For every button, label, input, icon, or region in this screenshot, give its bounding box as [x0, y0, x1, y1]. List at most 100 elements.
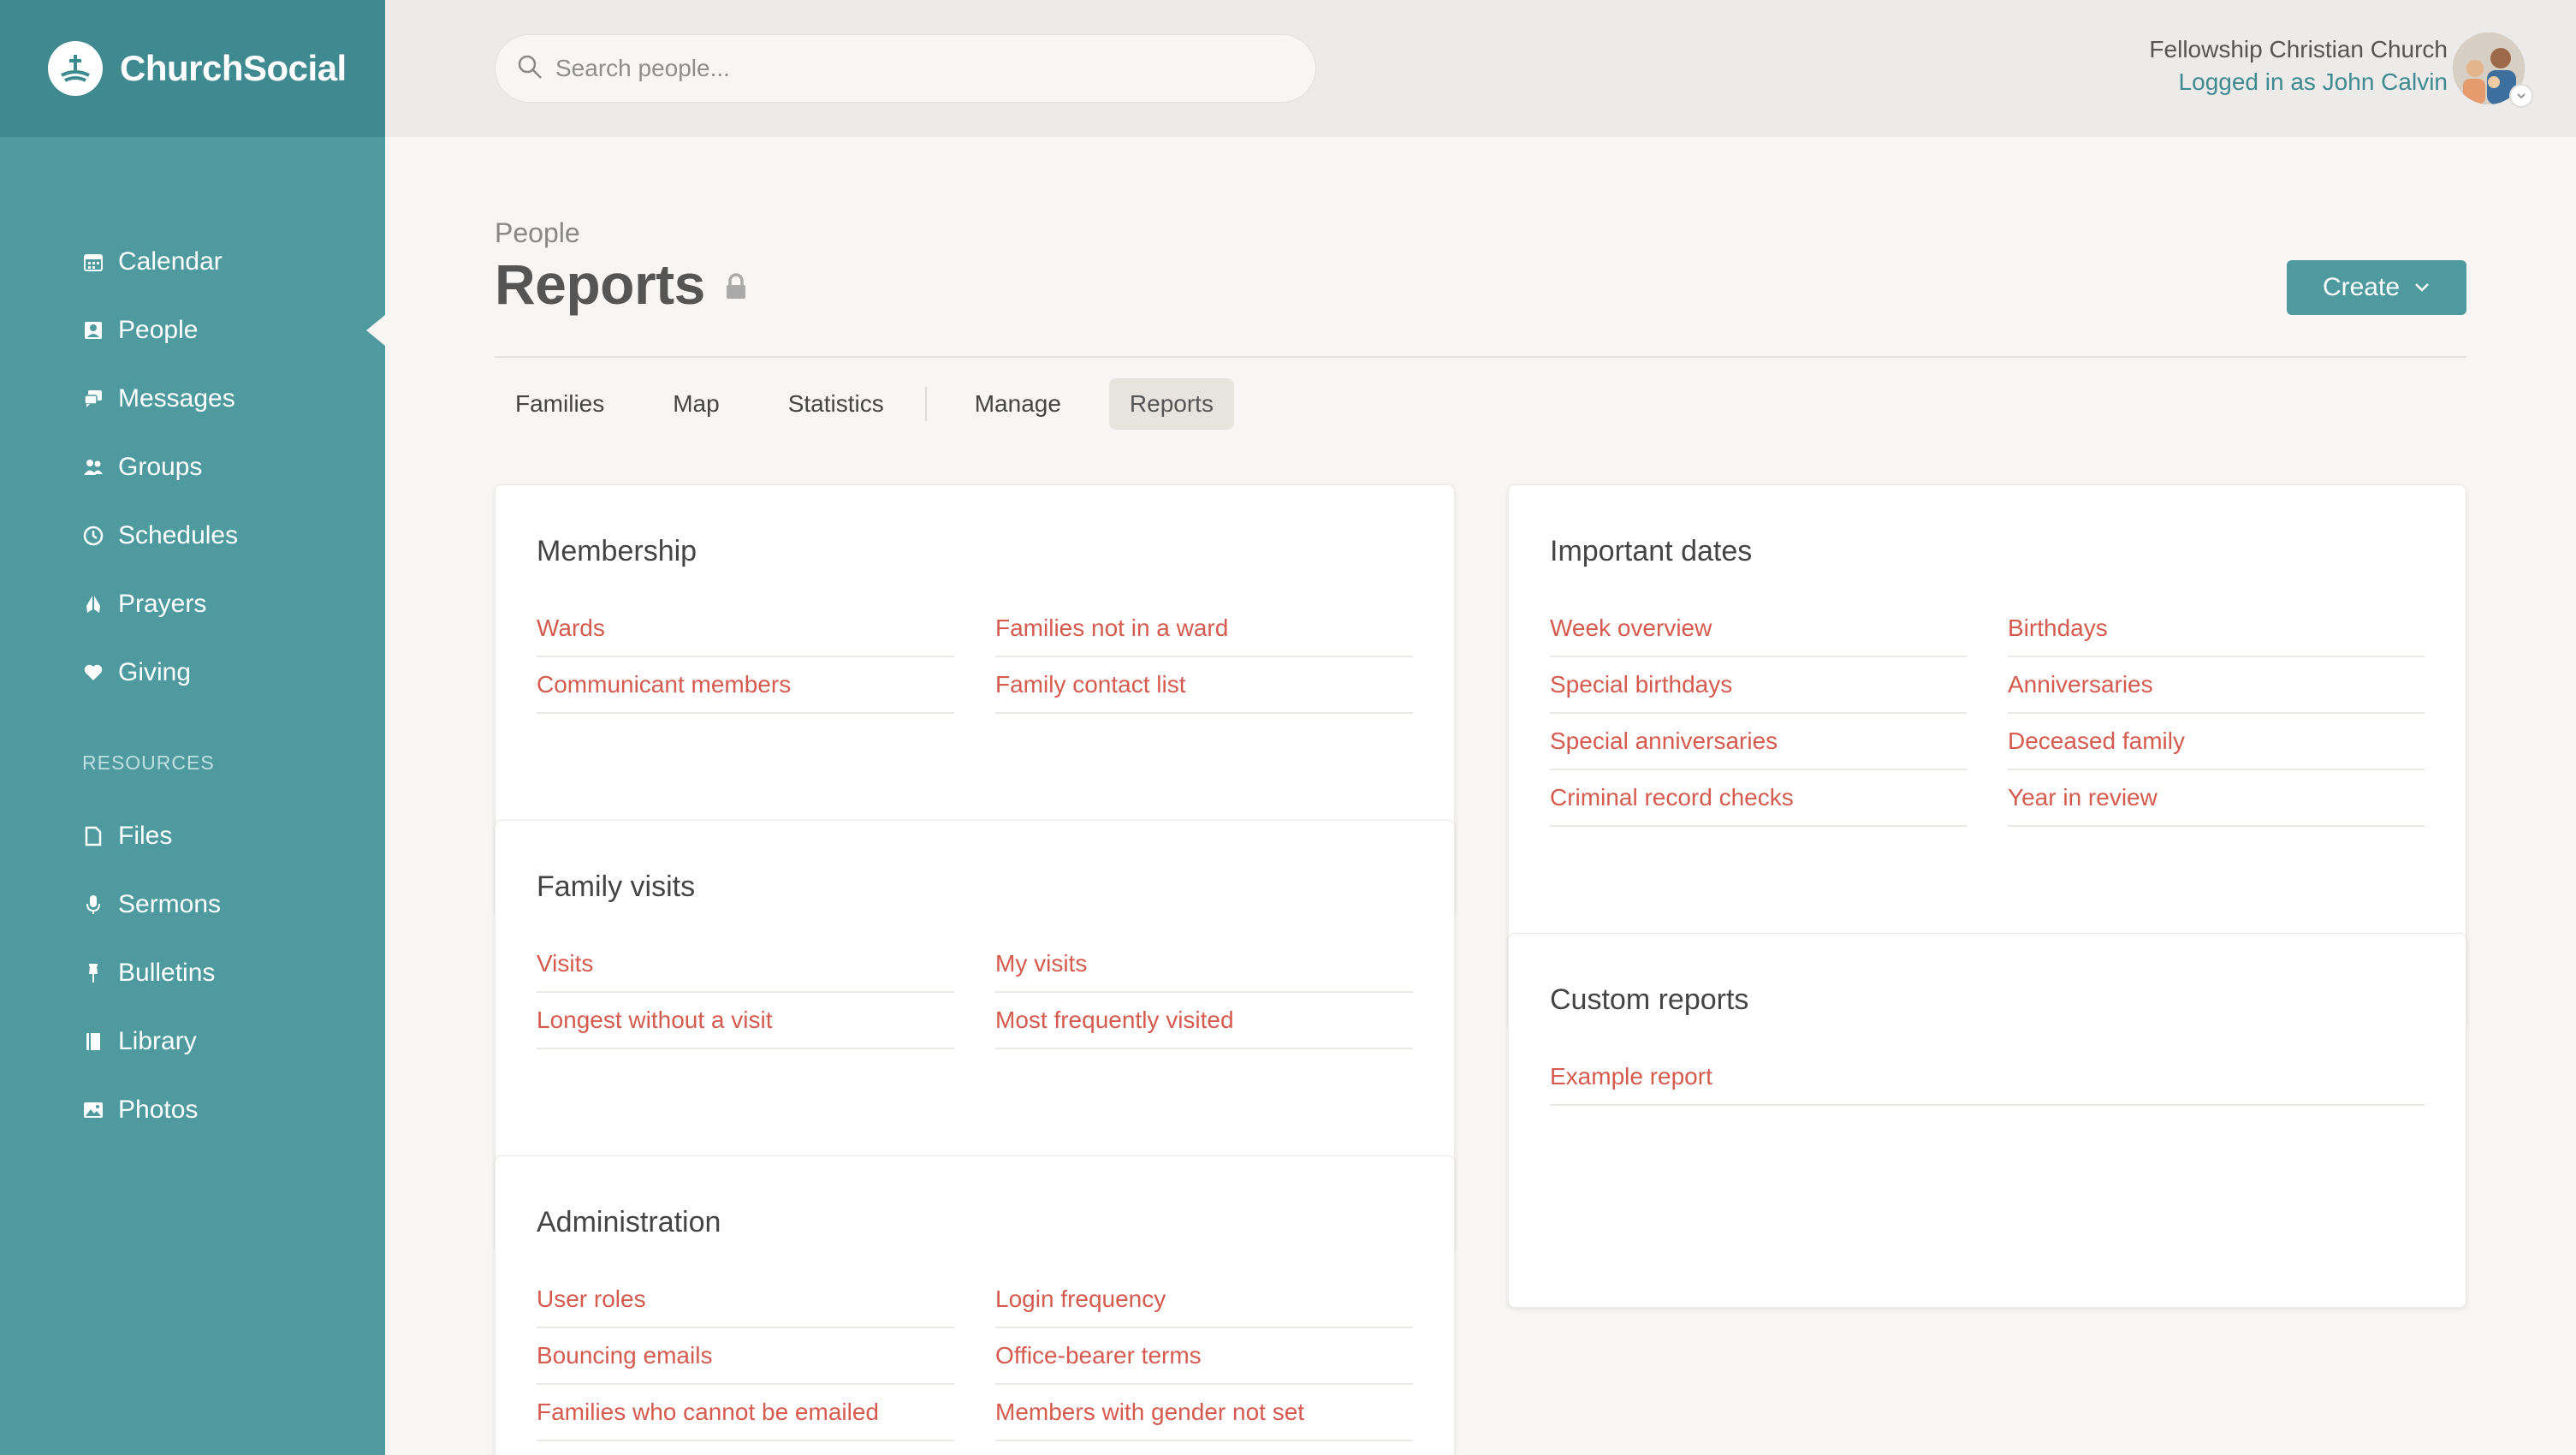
report-link-example-report[interactable]: Example report [1550, 1049, 2425, 1106]
sidebar-item-label: Bulletins [118, 959, 216, 987]
sidebar-item-groups[interactable]: Groups [0, 433, 385, 502]
groups-icon [82, 456, 104, 478]
header-divider [495, 356, 2466, 358]
report-link-year-in-review[interactable]: Year in review [2008, 770, 2425, 827]
book-icon [82, 1030, 104, 1053]
report-link-criminal-record-checks[interactable]: Criminal record checks [1550, 770, 1967, 827]
sidebar-item-label: Prayers [118, 590, 207, 618]
breadcrumb[interactable]: People [495, 217, 580, 249]
lock-icon [724, 272, 748, 305]
sidebar-item-label: Calendar [118, 247, 223, 276]
sidebar-item-label: Sermons [118, 890, 222, 918]
tab-manage[interactable]: Manage [954, 378, 1082, 430]
tab-statistics[interactable]: Statistics [768, 378, 905, 430]
report-link-longest-without-visit[interactable]: Longest without a visit [537, 993, 954, 1049]
report-link-login-frequency[interactable]: Login frequency [995, 1272, 1413, 1328]
brand-bar[interactable]: ChurchSocial [0, 0, 385, 137]
create-button[interactable]: Create [2287, 260, 2466, 315]
sidebar-item-files[interactable]: Files [0, 802, 385, 870]
card-title: Administration [537, 1206, 721, 1238]
sidebar-item-label: Photos [118, 1096, 199, 1124]
report-link-gender-not-set[interactable]: Members with gender not set [995, 1385, 1413, 1441]
custom-reports-card: Custom reports Example report [1508, 933, 2466, 1308]
brand-name: ChurchSocial [120, 48, 347, 88]
tab-separator [924, 387, 927, 421]
report-link-families-cannot-be-emailed[interactable]: Families who cannot be emailed [537, 1385, 954, 1441]
sidebar-item-messages[interactable]: Messages [0, 365, 385, 433]
report-link-anniversaries[interactable]: Anniversaries [2008, 657, 2425, 714]
sidebar-item-giving[interactable]: Giving [0, 638, 385, 707]
sidebar-item-photos[interactable]: Photos [0, 1076, 385, 1144]
resources-nav: Files Sermons Bulletins Library Photos [0, 802, 385, 1144]
microphone-icon [82, 894, 104, 916]
people-icon [82, 319, 104, 341]
search-icon [516, 53, 543, 85]
report-link-families-not-in-ward[interactable]: Families not in a ward [995, 601, 1413, 657]
sidebar-item-schedules[interactable]: Schedules [0, 502, 385, 570]
praying-hands-icon [82, 593, 104, 615]
sidebar-item-label: Giving [118, 658, 192, 686]
sidebar-item-label: Messages [118, 384, 235, 413]
sidebar-item-bulletins[interactable]: Bulletins [0, 939, 385, 1007]
org-name: Fellowship Christian Church [2149, 36, 2448, 62]
chevron-down-icon[interactable] [2509, 84, 2533, 108]
sidebar-item-people[interactable]: People [0, 296, 385, 365]
card-title: Membership [537, 535, 697, 567]
sidebar-item-label: Schedules [118, 521, 239, 549]
report-link-wards[interactable]: Wards [537, 601, 954, 657]
card-title: Important dates [1550, 535, 1753, 567]
logged-in-user[interactable]: Logged in as John Calvin [2149, 68, 2448, 96]
sidebar-item-label: People [118, 316, 199, 344]
search-input[interactable] [555, 55, 1291, 82]
main-nav: Calendar People Messages Groups Schedule… [0, 228, 385, 707]
church-logo-icon [48, 41, 103, 96]
top-bar: Fellowship Christian Church Logged in as… [385, 0, 2576, 137]
sidebar: ChurchSocial Calendar People Messages Gr… [0, 0, 385, 1455]
report-link-deceased-family[interactable]: Deceased family [2008, 714, 2425, 770]
card-title: Custom reports [1550, 983, 1749, 1016]
sidebar-item-prayers[interactable]: Prayers [0, 570, 385, 638]
sidebar-item-label: Groups [118, 453, 203, 481]
report-link-visits[interactable]: Visits [537, 936, 954, 993]
report-links: User roles Login frequency Bouncing emai… [537, 1272, 1413, 1441]
report-link-special-anniversaries[interactable]: Special anniversaries [1550, 714, 1967, 770]
sidebar-item-sermons[interactable]: Sermons [0, 870, 385, 939]
pin-icon [82, 962, 104, 984]
resources-heading: RESOURCES [82, 751, 215, 774]
tab-bar: Families Map Statistics Manage Reports [495, 378, 1261, 430]
heart-icon [82, 662, 104, 684]
report-link-user-roles[interactable]: User roles [537, 1272, 954, 1328]
file-icon [82, 825, 104, 847]
create-button-label: Create [2322, 273, 2401, 301]
sidebar-item-calendar[interactable]: Calendar [0, 228, 385, 296]
sidebar-item-library[interactable]: Library [0, 1007, 385, 1076]
report-links: Example report [1550, 1049, 2425, 1106]
sidebar-item-label: Library [118, 1027, 197, 1055]
report-link-special-birthdays[interactable]: Special birthdays [1550, 657, 1967, 714]
report-link-most-frequently-visited[interactable]: Most frequently visited [995, 993, 1413, 1049]
report-link-week-overview[interactable]: Week overview [1550, 601, 1967, 657]
report-link-office-bearer-terms[interactable]: Office-bearer terms [995, 1328, 1413, 1385]
tab-reports[interactable]: Reports [1108, 378, 1234, 430]
tab-families[interactable]: Families [495, 378, 625, 430]
report-link-my-visits[interactable]: My visits [995, 936, 1413, 993]
card-title: Family visits [537, 870, 696, 903]
title-row: Reports [495, 252, 748, 317]
report-links: Visits My visits Longest without a visit… [537, 936, 1413, 1049]
report-links: Wards Families not in a ward Communicant… [537, 601, 1413, 714]
report-links: Week overview Birthdays Special birthday… [1550, 601, 2425, 827]
clock-icon [82, 525, 104, 547]
photo-icon [82, 1099, 104, 1121]
chevron-down-icon [2413, 282, 2431, 294]
calendar-icon [82, 251, 104, 273]
messages-icon [82, 388, 104, 410]
search-box[interactable] [495, 34, 1316, 103]
administration-card: Administration User roles Login frequenc… [495, 1155, 1455, 1455]
tab-map[interactable]: Map [652, 378, 739, 430]
report-link-bouncing-emails[interactable]: Bouncing emails [537, 1328, 954, 1385]
report-link-family-contact-list[interactable]: Family contact list [995, 657, 1413, 714]
report-link-birthdays[interactable]: Birthdays [2008, 601, 2425, 657]
account-info[interactable]: Fellowship Christian Church Logged in as… [2149, 36, 2448, 96]
sidebar-item-label: Files [118, 822, 173, 850]
report-link-communicant-members[interactable]: Communicant members [537, 657, 954, 714]
